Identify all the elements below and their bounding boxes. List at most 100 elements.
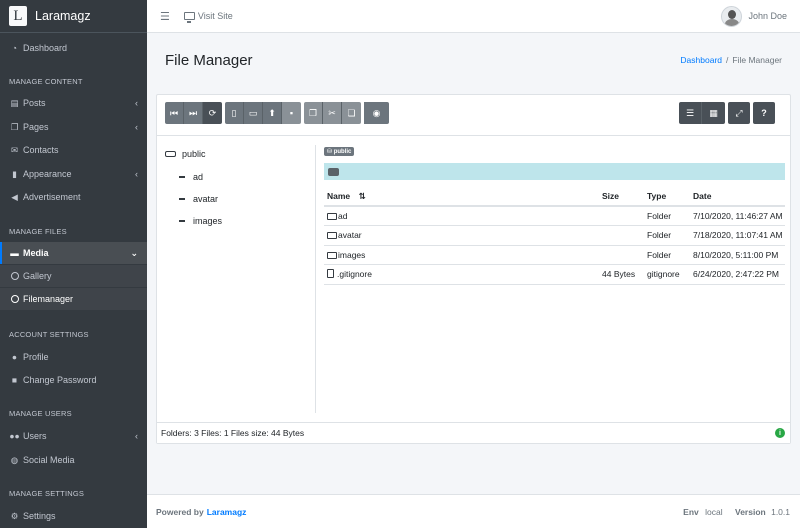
trash-icon: ▪ bbox=[289, 108, 294, 118]
file-date: 8/10/2020, 5:11:00 PM bbox=[690, 245, 785, 265]
sidebar-item-users[interactable]: ●● Users ‹ bbox=[0, 425, 147, 447]
path-bar bbox=[324, 163, 785, 180]
cut-button[interactable]: ✂ bbox=[323, 102, 342, 124]
dashboard-icon: ◔ bbox=[11, 43, 18, 53]
table-row[interactable]: images Folder 8/10/2020, 5:11:00 PM bbox=[324, 245, 785, 265]
top-navbar: ☰ Visit Site John Doe bbox=[147, 0, 800, 33]
minus-icon bbox=[179, 176, 185, 178]
sidebar-item-contacts[interactable]: ✉ Contacts bbox=[0, 139, 147, 161]
copy-button[interactable]: ❐ bbox=[304, 102, 323, 124]
status-bar: Folders: 3 Files: 1 Files size: 44 Bytes… bbox=[157, 422, 790, 443]
question-icon: ? bbox=[761, 108, 767, 118]
sidebar-item-appearance[interactable]: ▮ Appearance ‹ bbox=[0, 163, 147, 185]
info-icon[interactable]: i bbox=[775, 428, 785, 438]
file-name: ad bbox=[338, 211, 348, 221]
nav-header-users: MANAGE USERS bbox=[9, 409, 72, 418]
hamburger-menu-icon[interactable]: ☰ bbox=[160, 10, 170, 23]
posts-icon: ▤ bbox=[10, 97, 19, 108]
file-manager-card: ⏮ ⏭ ⟳ ▯ ▭ ⬆ ▪ ❐ ✂ ❏ ◉ ☰ ▦ ⤢ ? public ad … bbox=[156, 94, 791, 444]
sidebar-item-advertisement[interactable]: ◀ Advertisement bbox=[0, 186, 147, 208]
file-name: images bbox=[338, 249, 366, 260]
preview-button[interactable]: ◉ bbox=[364, 102, 389, 124]
file-name: avatar bbox=[338, 230, 362, 241]
sidebar-item-label: Social Media bbox=[23, 455, 75, 465]
list-view-button[interactable]: ☰ bbox=[679, 102, 702, 124]
column-date[interactable]: Date bbox=[690, 187, 785, 207]
brand-logo: L bbox=[9, 6, 27, 26]
back-button[interactable]: ⏮ bbox=[165, 102, 184, 124]
hdd-icon bbox=[165, 151, 176, 157]
folder-icon bbox=[327, 213, 337, 220]
powered-by-label: Powered by bbox=[156, 506, 204, 517]
tree-item-label: avatar bbox=[193, 194, 219, 204]
column-type[interactable]: Type bbox=[644, 187, 690, 207]
disk-badge[interactable]: ⛁ public bbox=[324, 147, 355, 156]
sidebar-item-pages[interactable]: ❐ Pages ‹ bbox=[0, 116, 147, 138]
refresh-button[interactable]: ⟳ bbox=[203, 102, 222, 124]
file-name: .gitignore bbox=[337, 269, 372, 280]
grid-view-button[interactable]: ▦ bbox=[702, 102, 725, 124]
breadcrumb-dashboard-link[interactable]: Dashboard bbox=[680, 55, 722, 65]
sidebar-item-label: Contacts bbox=[23, 145, 59, 155]
help-button[interactable]: ? bbox=[753, 102, 775, 124]
sidebar-item-profile[interactable]: ● Profile bbox=[0, 346, 147, 368]
upload-icon: ⬆ bbox=[268, 107, 276, 118]
circle-icon bbox=[9, 295, 20, 303]
tree-item-label: ad bbox=[193, 172, 204, 182]
brand[interactable]: L Laramagz bbox=[0, 0, 147, 33]
scissors-icon: ✂ bbox=[328, 107, 336, 118]
footer-brand-link[interactable]: Laramagz bbox=[207, 507, 247, 517]
sidebar-item-label: Appearance bbox=[23, 169, 72, 179]
sidebar-item-settings[interactable]: ⚙ Settings bbox=[0, 505, 147, 527]
table-row[interactable]: ad Folder 7/10/2020, 11:46:27 AM bbox=[324, 206, 785, 226]
sidebar-item-media[interactable]: ▬ Media ⌄ bbox=[0, 242, 147, 264]
sidebar-item-social-media[interactable]: ◍ Social Media bbox=[0, 449, 147, 471]
user-name: John Doe bbox=[748, 11, 787, 21]
table-row[interactable]: .gitignore 44 Bytes gitignore 6/24/2020,… bbox=[324, 264, 785, 285]
forward-button[interactable]: ⏭ bbox=[184, 102, 203, 124]
env-value: local bbox=[705, 506, 723, 517]
new-folder-button[interactable]: ▭ bbox=[244, 102, 263, 124]
sidebar-item-dashboard[interactable]: ◔ Dashboard bbox=[0, 37, 147, 59]
hdd-icon[interactable] bbox=[328, 167, 339, 176]
folder-icon bbox=[327, 251, 337, 259]
tree-item[interactable]: images bbox=[179, 216, 222, 226]
chevron-left-icon: ‹ bbox=[135, 98, 138, 108]
column-size[interactable]: Size bbox=[599, 187, 644, 207]
desktop-icon bbox=[183, 12, 195, 23]
breadcrumb-current: File Manager bbox=[732, 55, 782, 65]
breadcrumb-separator: / bbox=[726, 55, 729, 65]
nav-header-account: ACCOUNT SETTINGS bbox=[9, 330, 89, 339]
tree-item[interactable]: ad bbox=[179, 172, 203, 182]
file-type: gitignore bbox=[644, 264, 690, 285]
tree-root[interactable]: public bbox=[165, 149, 206, 159]
file-manager-toolbar: ⏮ ⏭ ⟳ ▯ ▭ ⬆ ▪ ❐ ✂ ❏ ◉ bbox=[165, 102, 392, 126]
refresh-icon: ⟳ bbox=[208, 107, 217, 118]
user-menu[interactable]: John Doe bbox=[721, 5, 787, 27]
sidebar-item-posts[interactable]: ▤ Posts ‹ bbox=[0, 92, 147, 114]
file-size bbox=[599, 206, 644, 226]
status-text: Folders: 3 Files: 1 Files size: 44 Bytes bbox=[161, 428, 305, 438]
new-file-button[interactable]: ▯ bbox=[225, 102, 244, 124]
preview-button-group: ◉ bbox=[364, 102, 389, 126]
upload-button[interactable]: ⬆ bbox=[263, 102, 282, 124]
column-name[interactable]: Name ⇅ bbox=[324, 187, 599, 207]
sidebar-item-change-password[interactable]: ■ Change Password bbox=[0, 369, 147, 391]
chevron-left-icon: ‹ bbox=[135, 169, 138, 179]
create-button-group: ▯ ▭ ⬆ ▪ bbox=[225, 102, 301, 126]
sidebar-item-label: Gallery bbox=[23, 271, 52, 281]
fullscreen-button[interactable]: ⤢ bbox=[728, 102, 750, 124]
tree-item[interactable]: avatar bbox=[179, 194, 218, 204]
lock-icon: ■ bbox=[11, 375, 18, 385]
sidebar-item-gallery[interactable]: Gallery bbox=[0, 265, 147, 287]
sidebar: L Laramagz ◔ Dashboard MANAGE CONTENT ▤ … bbox=[0, 0, 147, 528]
file-table: Name ⇅ Size Type Date ad Folder 7/10/202… bbox=[324, 187, 785, 285]
delete-button[interactable]: ▪ bbox=[282, 102, 301, 124]
table-row[interactable]: avatar Folder 7/18/2020, 11:07:41 AM bbox=[324, 225, 785, 246]
paste-button[interactable]: ❏ bbox=[342, 102, 361, 124]
sidebar-item-label: Media bbox=[23, 248, 49, 258]
visit-site-link[interactable]: Visit Site bbox=[183, 11, 233, 23]
nav-button-group: ⏮ ⏭ ⟳ bbox=[165, 102, 222, 126]
sidebar-item-filemanager[interactable]: Filemanager bbox=[0, 288, 147, 310]
hdd-icon: ▬ bbox=[10, 248, 19, 258]
